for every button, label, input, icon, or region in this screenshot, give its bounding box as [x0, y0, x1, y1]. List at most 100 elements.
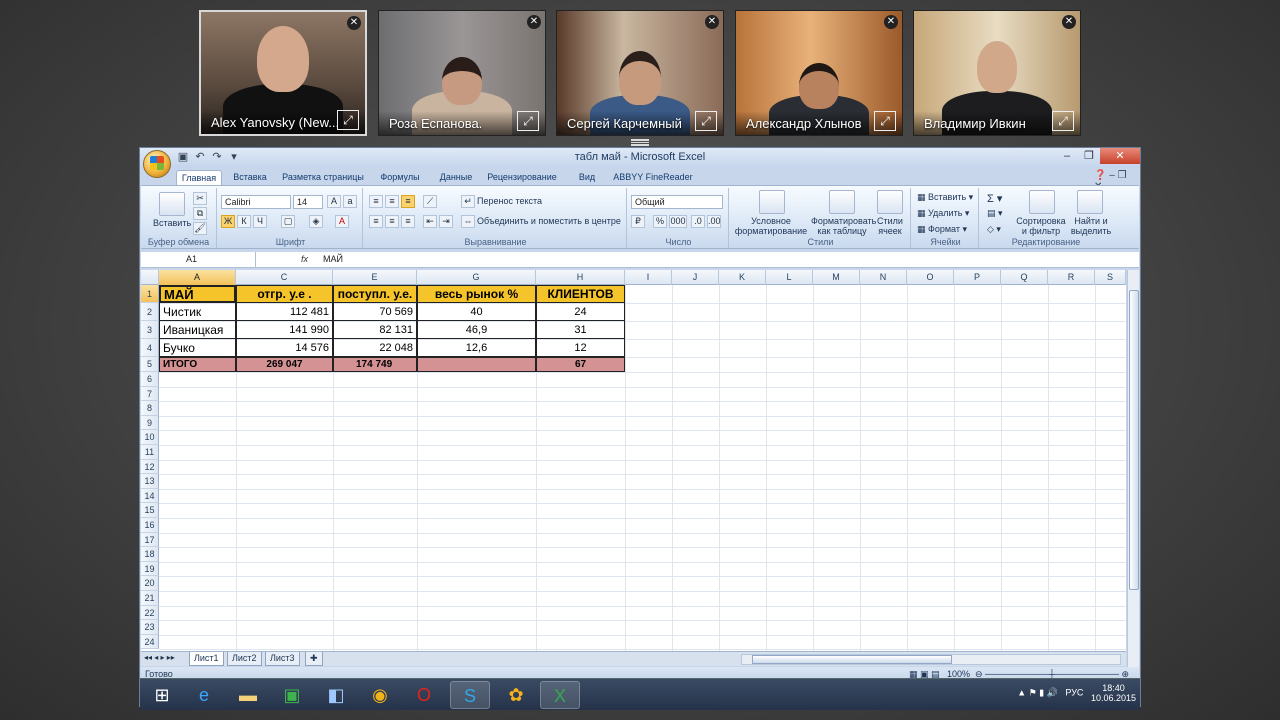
header-cell[interactable]: отгр. у.е .	[236, 285, 333, 303]
cell-a1[interactable]: МАЙ	[159, 285, 236, 303]
table-cell[interactable]: Бучко	[159, 339, 236, 357]
column-header[interactable]: G	[417, 270, 536, 285]
vertical-scrollbar[interactable]	[1127, 270, 1139, 678]
column-header[interactable]: Q	[1001, 270, 1048, 285]
row-header[interactable]: 8	[141, 401, 159, 416]
column-header[interactable]: O	[907, 270, 954, 285]
chrome-icon[interactable]: ◉	[360, 681, 400, 709]
font-size-select[interactable]: 14	[293, 195, 323, 209]
row-header[interactable]: 15	[141, 503, 159, 518]
row-header[interactable]: 18	[141, 547, 159, 562]
horizontal-scrollbar[interactable]	[741, 654, 1121, 665]
formula-input[interactable]: МАЙ	[323, 252, 343, 267]
opera-icon[interactable]: O	[404, 681, 444, 709]
row-header[interactable]: 1	[141, 285, 159, 303]
copy-icon[interactable]: ⧉	[193, 207, 207, 220]
align-left-icon[interactable]: ≡	[369, 215, 383, 228]
start-icon[interactable]: ⊞	[142, 681, 182, 709]
column-header[interactable]: C	[236, 270, 333, 285]
row-header[interactable]: 13	[141, 474, 159, 489]
cell-styles-button[interactable]: Стили ячеек	[873, 216, 907, 236]
conditional-format-icon[interactable]	[759, 190, 785, 214]
table-cell[interactable]: 31	[536, 321, 625, 339]
sort-filter-button[interactable]: Сортировка и фильтр	[1013, 216, 1069, 236]
column-header[interactable]: S	[1095, 270, 1126, 285]
align-right-icon[interactable]: ≡	[401, 215, 415, 228]
row-header[interactable]: 16	[141, 518, 159, 533]
tray-icons[interactable]: ▲ ⚑ ▮ 🔊	[1017, 687, 1058, 697]
merge-icon[interactable]: ⇔	[461, 215, 475, 228]
tab-view[interactable]: Вид	[572, 170, 602, 186]
row-header[interactable]: 11	[141, 445, 159, 460]
maximize-button[interactable]: ❐	[1078, 148, 1100, 164]
italic-button[interactable]: К	[237, 215, 251, 228]
row-header[interactable]: 14	[141, 488, 159, 504]
table-cell[interactable]: 82 131	[333, 321, 417, 339]
wrap-text-button[interactable]: Перенос текста	[477, 196, 542, 206]
icq-icon[interactable]: ✿	[496, 681, 536, 709]
row-header[interactable]: 24	[141, 634, 159, 650]
close-icon[interactable]: ✕	[1062, 15, 1076, 29]
close-icon[interactable]: ✕	[884, 15, 898, 29]
column-header[interactable]: R	[1048, 270, 1095, 285]
video-tile-1[interactable]: Alex Yanovsky (New... ✕ ⤢	[199, 10, 367, 136]
decrease-indent-icon[interactable]: ⇤	[423, 215, 437, 228]
ie-icon[interactable]: e	[184, 681, 224, 709]
font-family-select[interactable]: Calibri	[221, 195, 291, 209]
format-cells-button[interactable]: ▦ Формат ▾	[917, 224, 967, 235]
decrease-decimal-icon[interactable]: .00	[707, 215, 721, 228]
find-select-icon[interactable]	[1077, 190, 1103, 214]
explorer-icon[interactable]: ▬	[228, 681, 268, 709]
delete-cells-button[interactable]: ▦ Удалить ▾	[917, 208, 969, 219]
table-cell[interactable]: 22 048	[333, 339, 417, 357]
video-tile-4[interactable]: Александр Хлынов ✕ ⤢	[735, 10, 903, 136]
sheet-tab[interactable]: Лист2	[227, 652, 262, 666]
table-cell[interactable]: Иваницкая	[159, 321, 236, 339]
total-cell[interactable]: 269 047	[236, 357, 333, 372]
header-cell[interactable]: поступл. у.е.	[333, 285, 417, 303]
row-header[interactable]: 20	[141, 576, 159, 591]
format-table-button[interactable]: Форматировать как таблицу	[811, 216, 876, 236]
row-header[interactable]: 12	[141, 459, 159, 475]
column-header[interactable]: K	[719, 270, 766, 285]
skype-icon[interactable]: S	[450, 681, 490, 709]
store-icon[interactable]: ▣	[272, 681, 312, 709]
cut-icon[interactable]: ✂	[193, 192, 207, 205]
shrink-font-icon[interactable]: a	[343, 195, 357, 208]
clock[interactable]: 18:40 10.06.2015	[1091, 683, 1136, 703]
row-header[interactable]: 22	[141, 605, 159, 621]
row-header[interactable]: 10	[141, 430, 159, 445]
wrap-text-icon[interactable]: ↵	[461, 195, 475, 208]
table-cell[interactable]: Чистик	[159, 303, 236, 321]
header-cell[interactable]: КЛИЕНТОВ	[536, 285, 625, 303]
close-icon[interactable]: ✕	[527, 15, 541, 29]
percent-button[interactable]: %	[653, 215, 667, 228]
minimize-button[interactable]: –	[1056, 148, 1078, 164]
align-bottom-icon[interactable]: ≡	[401, 195, 415, 208]
number-format-select[interactable]: Общий	[631, 195, 723, 209]
expand-icon[interactable]: ⤢	[517, 111, 539, 131]
scroll-thumb[interactable]	[752, 655, 952, 664]
fill-color-icon[interactable]: ◈	[309, 215, 323, 228]
find-select-button[interactable]: Найти и выделить	[1069, 216, 1113, 236]
column-header[interactable]: M	[813, 270, 860, 285]
table-cell[interactable]: 112 481	[236, 303, 333, 321]
cell-styles-icon[interactable]	[877, 190, 903, 214]
name-box[interactable]: A1	[141, 252, 256, 268]
network-icon[interactable]: ◧	[316, 681, 356, 709]
total-cell[interactable]	[417, 357, 536, 372]
align-top-icon[interactable]: ≡	[369, 195, 383, 208]
font-color-icon[interactable]: A	[335, 215, 349, 228]
sheet-tab[interactable]: Лист1	[189, 652, 224, 666]
video-tile-2[interactable]: Роза Еспанова. ✕ ⤢	[378, 10, 546, 136]
table-cell[interactable]: 14 576	[236, 339, 333, 357]
insert-function-button[interactable]: fx	[301, 252, 319, 268]
tab-formulas[interactable]: Формулы	[376, 170, 424, 186]
table-cell[interactable]: 12	[536, 339, 625, 357]
video-tile-5[interactable]: Владимир Ивкин ✕ ⤢	[913, 10, 1081, 136]
new-sheet-icon[interactable]: ✚	[305, 652, 323, 666]
expand-icon[interactable]: ⤢	[695, 111, 717, 131]
total-cell[interactable]: 67	[536, 357, 625, 372]
paste-icon[interactable]	[159, 192, 185, 216]
table-cell[interactable]: 70 569	[333, 303, 417, 321]
